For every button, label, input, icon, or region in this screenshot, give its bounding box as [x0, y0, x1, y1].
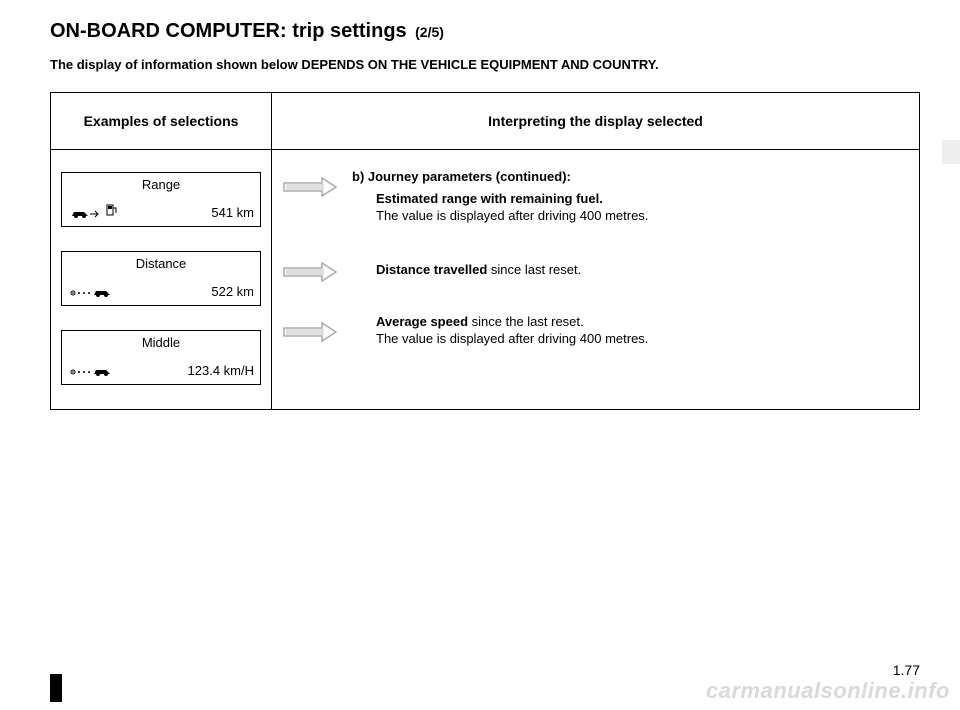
display-middle-value: 123.4 km/H — [188, 363, 254, 378]
arrow-icon — [282, 168, 352, 200]
desc-text-middle: Average speed since the last reset. The … — [352, 313, 648, 348]
trip-settings-table: Examples of selections Interpreting the … — [50, 92, 920, 410]
avg-rest: since the last reset. — [468, 314, 584, 329]
equipment-notice: The display of information shown below D… — [50, 57, 920, 72]
car-route-icon — [70, 285, 112, 299]
display-range: Range — [61, 172, 261, 227]
side-tab-marker — [942, 140, 960, 164]
desc-row-middle: Average speed since the last reset. The … — [282, 313, 909, 348]
distance-strong: Distance travelled — [376, 262, 487, 277]
car-icon — [70, 206, 102, 220]
watermark: carmanualsonline.info — [706, 678, 950, 704]
distance-rest: since last reset. — [487, 262, 581, 277]
descriptions-cell: b) Journey parameters (continued): Estim… — [272, 150, 920, 410]
range-rest: The value is displayed after driving 400… — [376, 208, 648, 223]
display-distance-value: 522 km — [211, 284, 254, 299]
display-range-value: 541 km — [211, 205, 254, 220]
page-title-row: ON-BOARD COMPUTER: trip settings (2/5) — [50, 20, 920, 43]
display-distance: Distance 522 km — [61, 251, 261, 306]
table-header-examples: Examples of selections — [51, 93, 272, 150]
black-tab-marker — [50, 674, 62, 702]
table-header-interpreting: Interpreting the display selected — [272, 93, 920, 150]
page-number: 1.77 — [893, 662, 920, 678]
car-route-icon — [70, 364, 112, 378]
fuel-pump-icon — [106, 203, 118, 220]
display-distance-title: Distance — [62, 252, 260, 271]
arrow-icon — [282, 313, 352, 345]
desc-text-range: b) Journey parameters (continued): Estim… — [352, 168, 648, 225]
display-range-title: Range — [62, 173, 260, 192]
avg-line2: The value is displayed after driving 400… — [376, 331, 648, 346]
arrow-icon — [282, 253, 352, 285]
desc-text-distance: Distance travelled since last reset. — [352, 253, 581, 279]
range-strong: Estimated range with remaining fuel. — [376, 191, 603, 206]
examples-cell: Range — [51, 150, 272, 410]
desc-row-range: b) Journey parameters (continued): Estim… — [282, 168, 909, 225]
section-heading: b) Journey parameters (continued): — [352, 168, 648, 186]
display-middle-title: Middle — [62, 331, 260, 350]
desc-row-distance: Distance travelled since last reset. — [282, 253, 909, 285]
page-title-main: ON-BOARD COMPUTER: trip settings — [50, 20, 407, 42]
display-middle: Middle 123.4 km/H — [61, 330, 261, 385]
page-title-sub: (2/5) — [415, 24, 444, 40]
avg-strong: Average speed — [376, 314, 468, 329]
